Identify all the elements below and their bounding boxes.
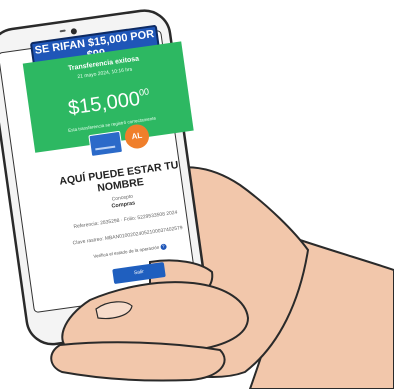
amount-main: $15,000 [66, 87, 142, 120]
amount-cents: 00 [138, 86, 150, 98]
card-icon [88, 130, 124, 158]
exit-button[interactable]: Salir [112, 261, 166, 285]
verify-link-label[interactable]: Verifica el estado de la operación [93, 245, 159, 259]
finger-lower [50, 341, 226, 382]
help-icon[interactable]: ? [159, 243, 167, 251]
